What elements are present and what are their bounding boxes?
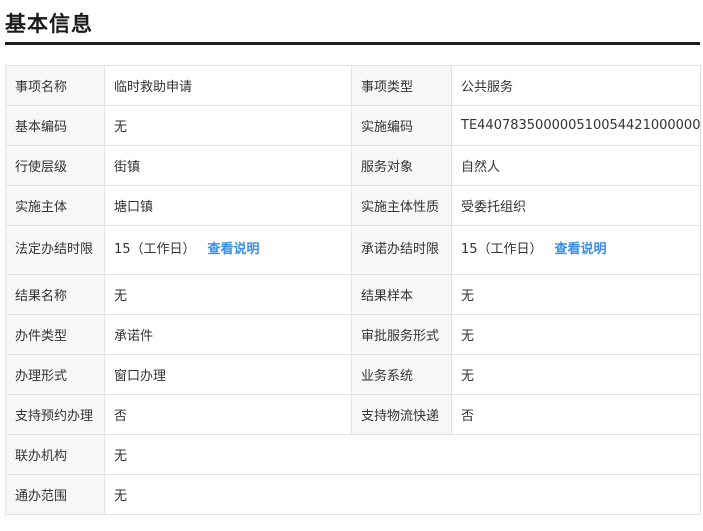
field-value: 无 xyxy=(451,354,701,395)
field-label: 联办机构 xyxy=(5,434,105,475)
field-value: TE440783500000510054421000000033 xyxy=(451,105,701,146)
field-value-cell: 15（工作日） 查看说明 xyxy=(104,225,352,275)
table-row: 实施主体 塘口镇 实施主体性质 受委托组织 xyxy=(5,185,701,226)
table-row: 办理形式 窗口办理 业务系统 无 xyxy=(5,354,701,395)
field-value: 窗口办理 xyxy=(104,354,352,395)
field-label: 通办范围 xyxy=(5,474,105,515)
field-label: 承诺办结时限 xyxy=(351,225,452,275)
view-explanation-link[interactable]: 查看说明 xyxy=(555,242,607,257)
field-value: 15（工作日） xyxy=(114,242,196,257)
info-table: 事项名称 临时救助申请 事项类型 公共服务 基本编码 无 实施编码 TE4407… xyxy=(5,65,701,515)
table-row: 通办范围 无 xyxy=(5,474,701,515)
field-label: 办理形式 xyxy=(5,354,105,395)
field-value: 否 xyxy=(451,394,701,435)
field-value: 自然人 xyxy=(451,145,701,186)
field-value: 无 xyxy=(451,314,701,355)
field-label: 事项名称 xyxy=(5,65,105,106)
field-value: 无 xyxy=(104,274,352,315)
field-value: 公共服务 xyxy=(451,65,701,106)
field-value: 受委托组织 xyxy=(451,185,701,226)
field-label: 事项类型 xyxy=(351,65,452,106)
table-row: 法定办结时限 15（工作日） 查看说明 承诺办结时限 15（工作日） 查看说明 xyxy=(5,225,701,275)
field-value: 否 xyxy=(104,394,352,435)
section-header: 基本信息 xyxy=(5,0,700,45)
field-value: 街镇 xyxy=(104,145,352,186)
field-value: 塘口镇 xyxy=(104,185,352,226)
field-label: 办件类型 xyxy=(5,314,105,355)
table-row: 基本编码 无 实施编码 TE44078350000051005442100000… xyxy=(5,105,701,146)
view-explanation-link[interactable]: 查看说明 xyxy=(208,242,260,257)
field-value: 无 xyxy=(451,274,701,315)
field-label: 实施主体 xyxy=(5,185,105,226)
field-label: 结果名称 xyxy=(5,274,105,315)
field-label: 支持物流快递 xyxy=(351,394,452,435)
field-label: 服务对象 xyxy=(351,145,452,186)
field-label: 审批服务形式 xyxy=(351,314,452,355)
table-row: 联办机构 无 xyxy=(5,434,701,475)
table-row: 结果名称 无 结果样本 无 xyxy=(5,274,701,315)
field-value-cell: 15（工作日） 查看说明 xyxy=(451,225,701,275)
field-label: 行使层级 xyxy=(5,145,105,186)
field-value: 临时救助申请 xyxy=(104,65,352,106)
table-row: 办件类型 承诺件 审批服务形式 无 xyxy=(5,314,701,355)
field-label: 业务系统 xyxy=(351,354,452,395)
table-row: 支持预约办理 否 支持物流快递 否 xyxy=(5,394,701,435)
field-label: 实施主体性质 xyxy=(351,185,452,226)
field-value: 承诺件 xyxy=(104,314,352,355)
field-value: 无 xyxy=(104,105,352,146)
field-label: 基本编码 xyxy=(5,105,105,146)
table-row: 行使层级 街镇 服务对象 自然人 xyxy=(5,145,701,186)
field-value: 15（工作日） xyxy=(461,242,543,257)
field-value: 无 xyxy=(104,434,701,475)
field-label: 支持预约办理 xyxy=(5,394,105,435)
field-label: 法定办结时限 xyxy=(5,225,105,275)
field-label: 实施编码 xyxy=(351,105,452,146)
section-title: 基本信息 xyxy=(5,12,93,36)
field-value: 无 xyxy=(104,474,701,515)
field-label: 结果样本 xyxy=(351,274,452,315)
table-row: 事项名称 临时救助申请 事项类型 公共服务 xyxy=(5,65,701,106)
